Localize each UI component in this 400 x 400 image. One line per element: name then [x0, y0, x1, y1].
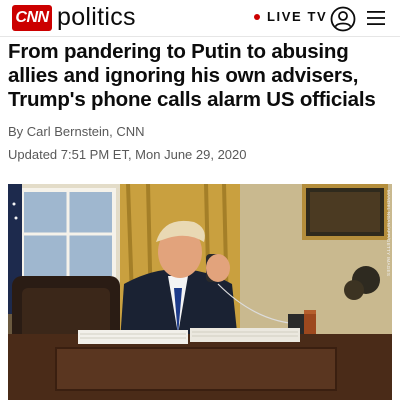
article-byline[interactable]: By Carl Bernstein, CNN [8, 124, 145, 140]
account-icon[interactable] [330, 6, 356, 32]
article-headline: From pandering to Putin to abusing allie… [8, 40, 376, 111]
section-title[interactable]: politics [57, 2, 136, 32]
cnn-logo[interactable]: CNN [12, 5, 52, 31]
photo-credit: MANDEL NGAN/AFP/GETTY IMAGES [386, 190, 391, 277]
hamburger-menu-icon[interactable] [366, 9, 386, 27]
live-tv-link[interactable]: LIVE TV [267, 9, 327, 25]
article-timestamp: Updated 7:51 PM ET, Mon June 29, 2020 [8, 147, 247, 162]
live-indicator-dot [254, 14, 260, 20]
site-header: CNN politics LIVE TV [0, 0, 400, 37]
photo-illustration [8, 184, 392, 400]
article-photo[interactable]: MANDEL NGAN/AFP/GETTY IMAGES [8, 184, 392, 400]
